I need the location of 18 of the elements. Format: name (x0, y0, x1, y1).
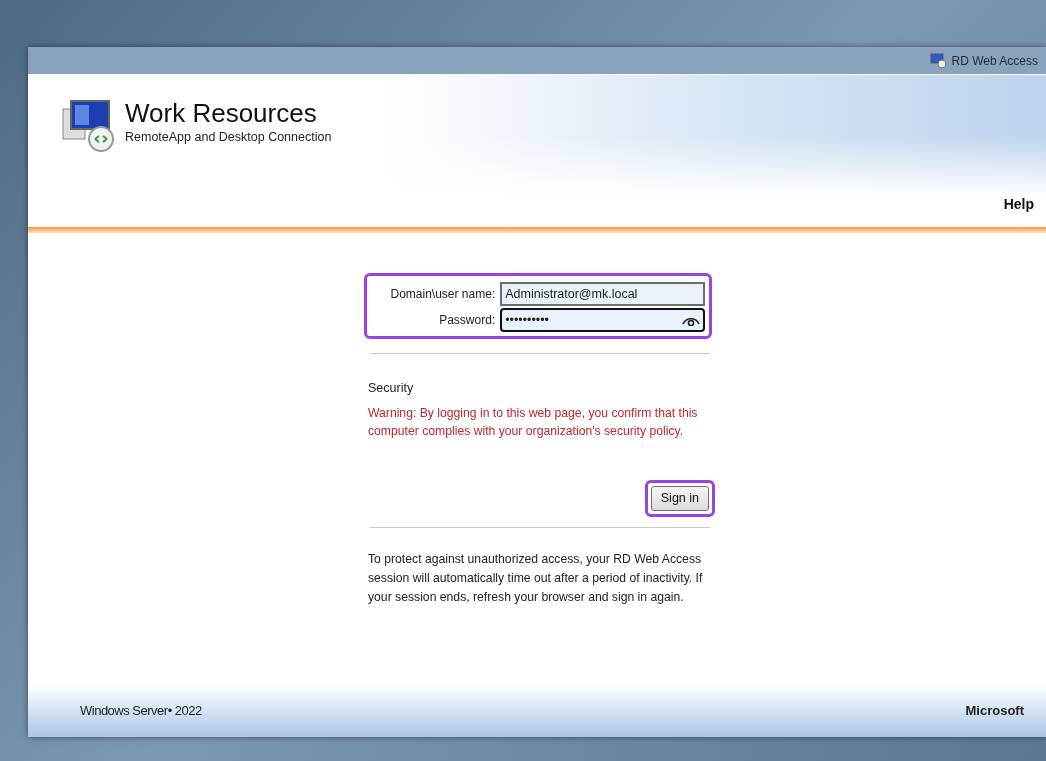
password-field[interactable]: •••••••••• (500, 308, 705, 332)
username-field[interactable]: Administrator@mk.local (500, 282, 705, 306)
timeout-notice: To protect against unauthorized access, your RD Web Access session will automatically time out after a period of inactivity. If your session ends, refresh your browser and sign in again. (368, 551, 704, 606)
field-label: Domain\user name: (389, 286, 496, 303)
password-value: •••••••••• (505, 311, 549, 329)
app-name: RD Web Access (951, 52, 1038, 70)
help-link[interactable]: Help (1003, 194, 1034, 215)
product-name: Windows Server• 2022 (80, 702, 202, 721)
vendor-name: Microsoft (965, 702, 1024, 721)
section-heading: Security (368, 380, 415, 397)
remote-desktop-icon (929, 52, 948, 69)
monitor-icon (61, 99, 117, 155)
field-label: Password: (438, 312, 496, 329)
page-subtitle: RemoteApp and Desktop Connection (125, 128, 332, 146)
sign-in-button[interactable]: Sign in (650, 486, 709, 512)
security-warning: Warning: By logging in to this web page, you confirm that this computer complies with your organization's security policy. (368, 404, 699, 441)
username-value: Administrator@mk.local (505, 285, 638, 303)
page-title: Work Resources (125, 99, 318, 128)
